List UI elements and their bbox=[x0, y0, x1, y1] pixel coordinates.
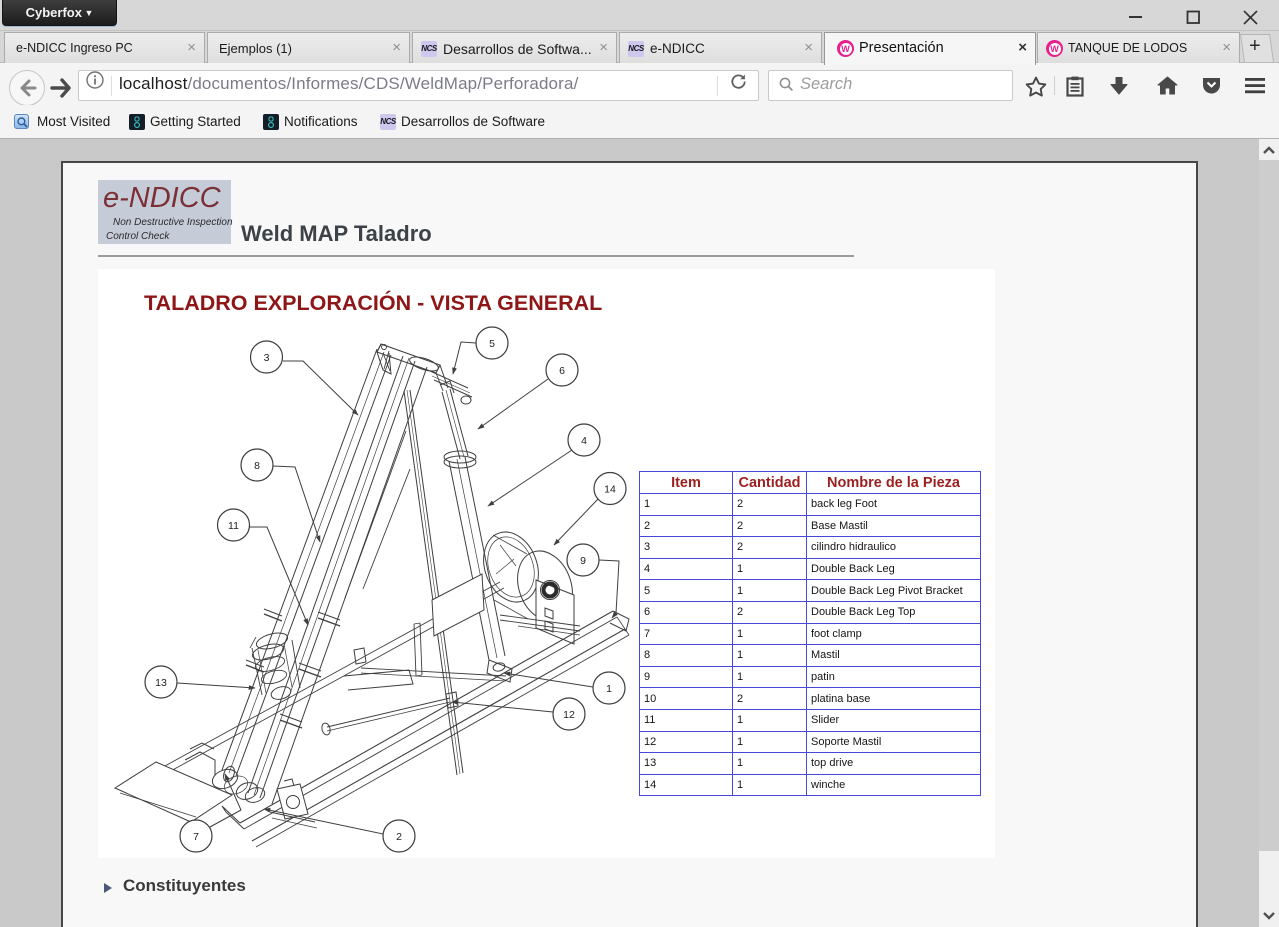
svg-text:7: 7 bbox=[193, 831, 199, 843]
svg-text:6: 6 bbox=[559, 365, 565, 377]
svg-text:1: 1 bbox=[606, 683, 612, 695]
svg-text:9: 9 bbox=[580, 555, 586, 567]
svg-text:3: 3 bbox=[264, 352, 270, 364]
svg-text:13: 13 bbox=[155, 677, 167, 689]
svg-text:14: 14 bbox=[604, 484, 616, 496]
svg-text:4: 4 bbox=[581, 435, 587, 447]
svg-text:2: 2 bbox=[396, 831, 402, 843]
svg-text:5: 5 bbox=[489, 338, 495, 350]
svg-text:8: 8 bbox=[254, 460, 260, 472]
svg-text:11: 11 bbox=[228, 520, 239, 532]
svg-text:12: 12 bbox=[563, 709, 575, 721]
